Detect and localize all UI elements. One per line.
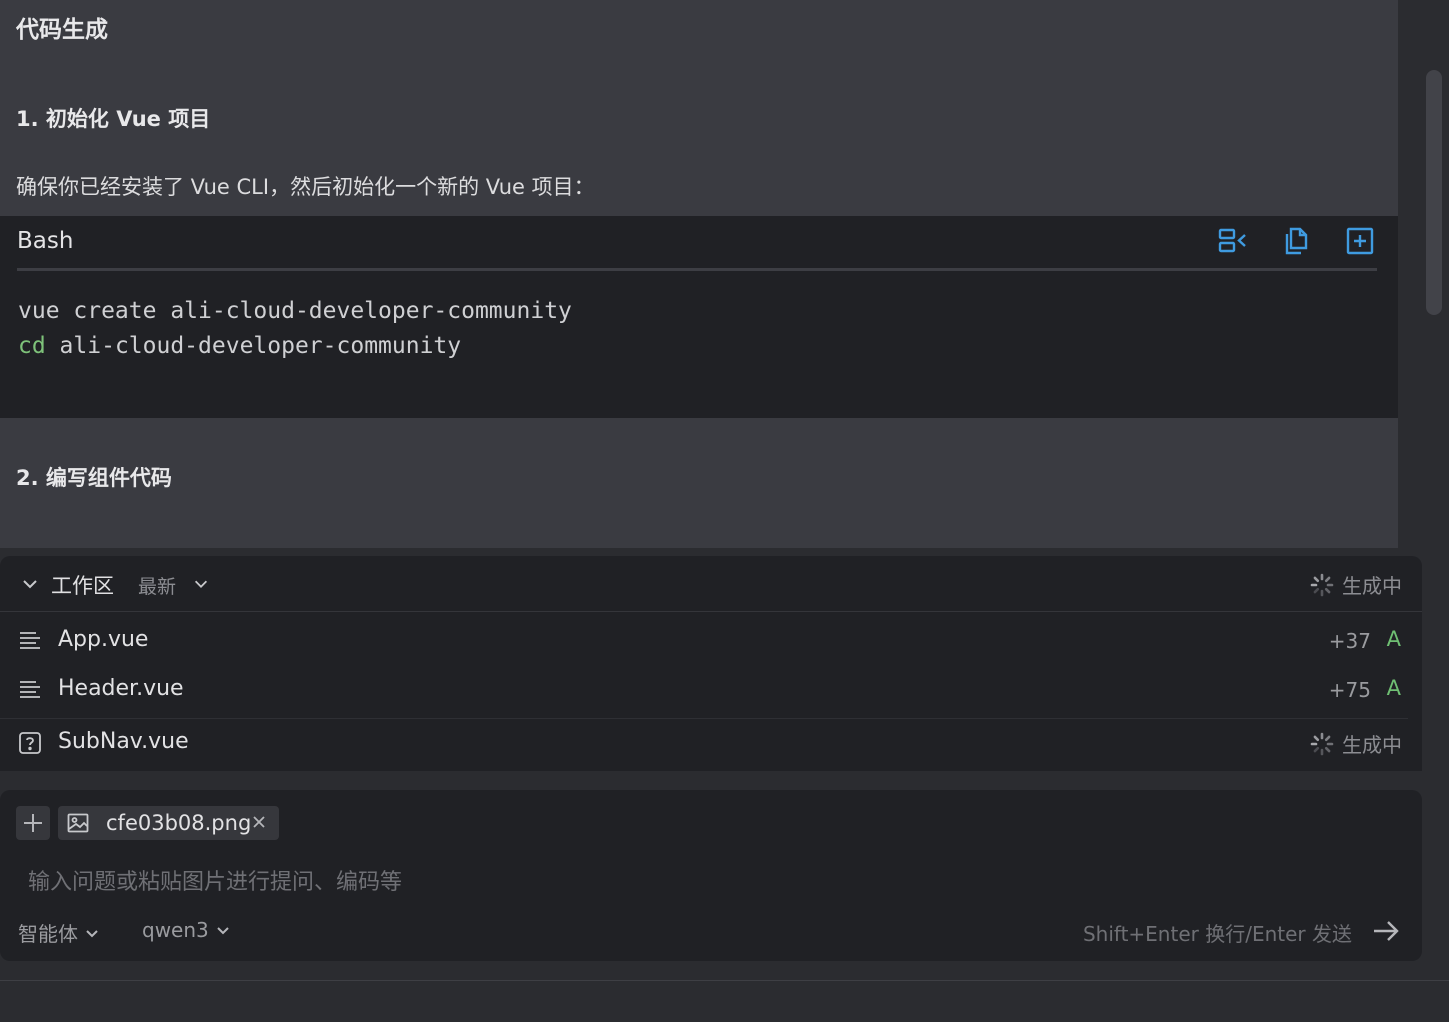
- code-line-1: vue create ali-cloud-developer-community: [18, 298, 572, 324]
- file-status-text: 生成中: [1342, 733, 1402, 757]
- unknown-file-icon: [19, 732, 41, 754]
- code-block: Bash vue create ali-cloud-developer-comm…: [0, 216, 1398, 418]
- chat-area: 代码生成 1. 初始化 Vue 项目 确保你已经安装了 Vue CLI，然后初始…: [0, 0, 1398, 548]
- file-row-header[interactable]: Header.vue +75 A: [0, 666, 1408, 714]
- workspace-header: 工作区 最新 生成中: [0, 556, 1422, 612]
- code-line-2-rest: ali-cloud-developer-community: [45, 333, 462, 359]
- step1-heading: 1. 初始化 Vue 项目: [16, 107, 211, 131]
- workspace-status-text: 生成中: [1342, 574, 1402, 598]
- add-attachment-button[interactable]: [16, 806, 50, 840]
- chevron-down-icon: [86, 929, 98, 937]
- step1-text: 确保你已经安装了 Vue CLI，然后初始化一个新的 Vue 项目：: [16, 175, 595, 199]
- code-keyword: cd: [18, 333, 46, 359]
- model-selector[interactable]: qwen3: [142, 918, 231, 942]
- workspace-filter[interactable]: 最新: [138, 572, 176, 599]
- model-label: qwen3: [142, 918, 209, 942]
- file-name: Header.vue: [58, 676, 184, 701]
- new-file-icon[interactable]: [1345, 226, 1375, 256]
- file-name: App.vue: [58, 627, 149, 652]
- file-lines-icon: [20, 632, 40, 649]
- prompt-input[interactable]: [16, 864, 1420, 900]
- chevron-down-icon: [217, 927, 229, 935]
- file-lines-icon: [20, 681, 40, 698]
- copy-icon[interactable]: [1282, 226, 1312, 256]
- send-arrow-icon[interactable]: [1372, 918, 1400, 944]
- code-language: Bash: [17, 228, 74, 254]
- file-added-badge: A: [1386, 627, 1401, 651]
- workspace-status: 生成中: [1310, 570, 1402, 599]
- attachment-name: cfe03b08.png: [106, 811, 252, 835]
- image-icon: [67, 813, 89, 833]
- filter-chevron-icon[interactable]: [192, 575, 210, 593]
- file-row-subnav[interactable]: SubNav.vue 生成中: [0, 718, 1408, 767]
- send-hint: Shift+Enter 换行/Enter 发送: [1082, 922, 1352, 946]
- code-line-2: cd ali-cloud-developer-community: [18, 333, 461, 359]
- code-separator: [17, 268, 1377, 271]
- agent-label: 智能体: [18, 922, 78, 946]
- chat-input-box: cfe03b08.png 智能体 qwen3 Shift+Enter 换行/En…: [0, 790, 1422, 961]
- loading-spinner-icon: [1310, 573, 1334, 596]
- step2-heading: 2. 编写组件代码: [16, 466, 172, 490]
- page-title: 代码生成: [16, 17, 108, 43]
- agent-selector[interactable]: 智能体: [18, 918, 100, 947]
- workspace-panel: 工作区 最新 生成中 App.vue +37 A Header.vue +75 …: [0, 556, 1422, 771]
- insert-icon[interactable]: [1218, 226, 1248, 256]
- attachment-chip: cfe03b08.png: [58, 806, 279, 840]
- file-name: SubNav.vue: [58, 729, 189, 754]
- chevron-down-icon[interactable]: [20, 574, 40, 594]
- file-line-count: +37: [1328, 629, 1371, 653]
- file-status: 生成中: [1310, 729, 1402, 758]
- plus-icon: [24, 814, 42, 832]
- loading-spinner-icon: [1310, 732, 1334, 755]
- scrollbar-thumb[interactable]: [1426, 70, 1442, 315]
- file-added-badge: A: [1386, 676, 1401, 700]
- file-row-app[interactable]: App.vue +37 A: [0, 617, 1408, 665]
- workspace-title: 工作区: [51, 574, 114, 598]
- bottom-divider: [0, 980, 1449, 981]
- close-icon[interactable]: [250, 813, 268, 831]
- file-line-count: +75: [1328, 678, 1371, 702]
